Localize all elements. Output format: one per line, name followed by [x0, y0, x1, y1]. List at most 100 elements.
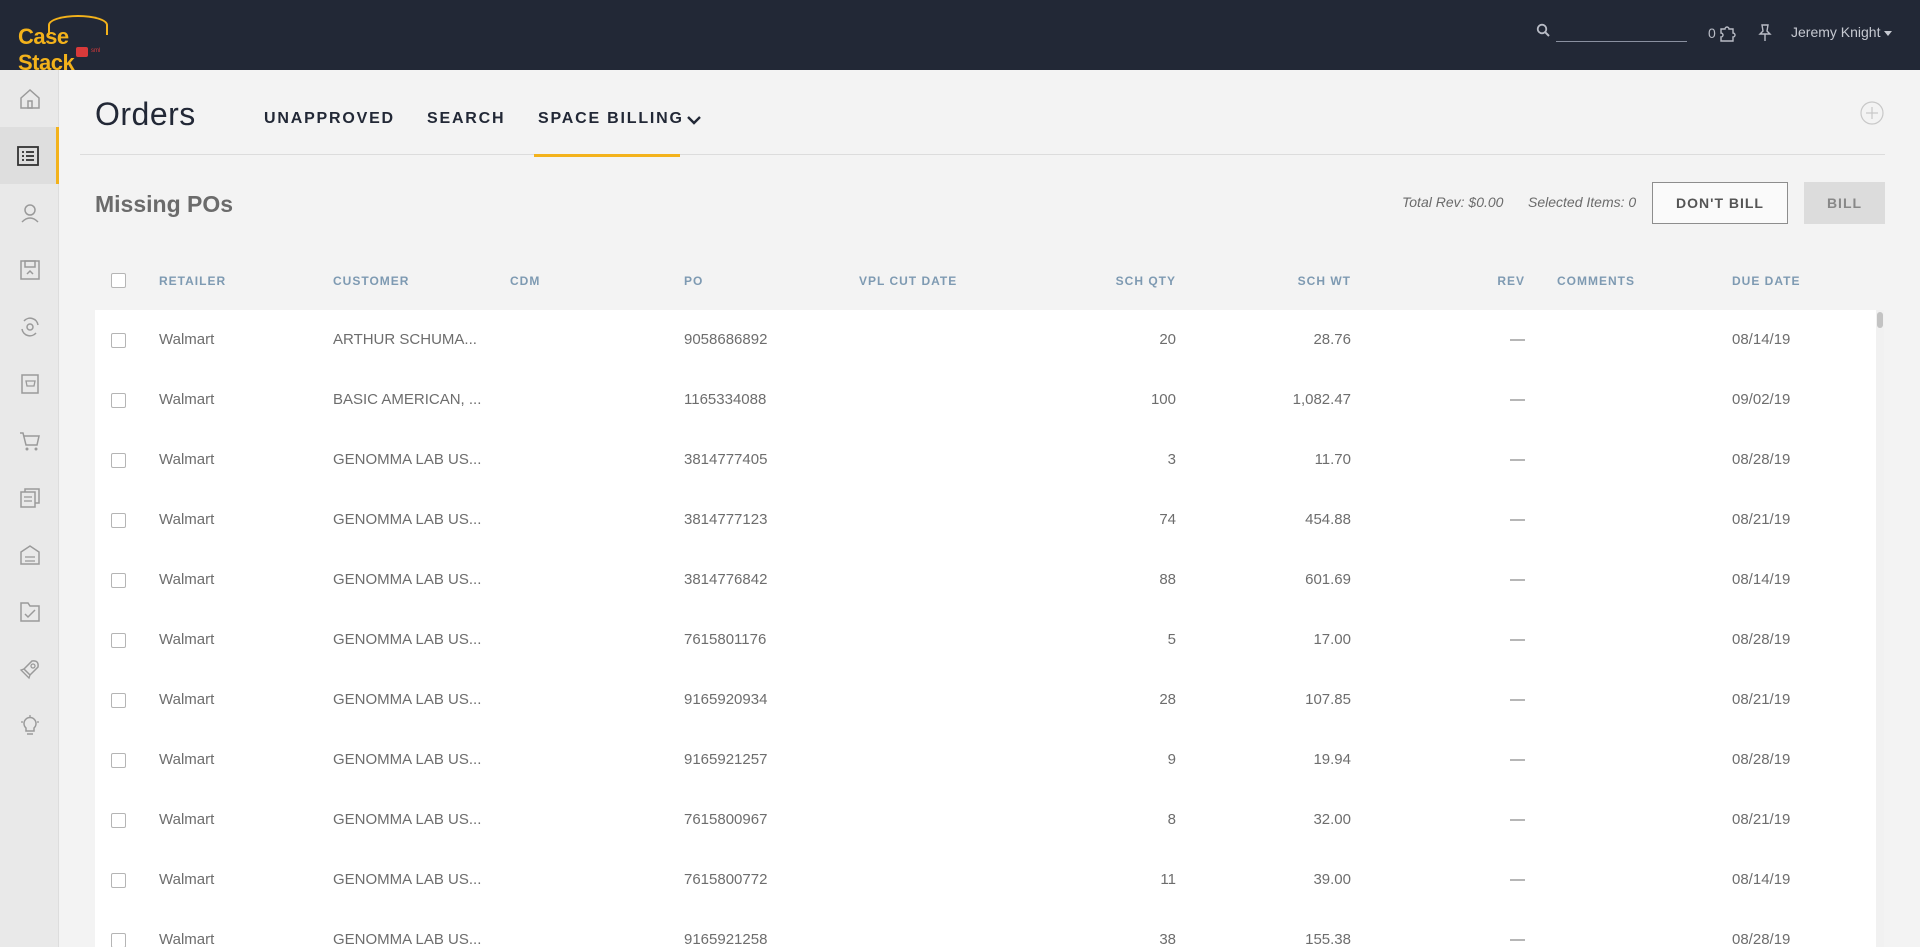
search-input[interactable] — [1556, 20, 1687, 42]
table-row[interactable]: Walmart GENOMMA LAB US... 9165921258 38 155.… — [95, 910, 1877, 947]
cell-rev: — — [1510, 811, 1525, 828]
logo-badge-text: sml — [91, 48, 101, 54]
column-header-rev[interactable]: REV — [1425, 274, 1525, 288]
sidebar-item-ideas[interactable] — [0, 697, 59, 754]
tab-unapproved[interactable]: UNAPPROVED — [264, 110, 395, 128]
table-row[interactable]: Walmart GENOMMA LAB US... 3814776842 88 601.… — [95, 550, 1877, 610]
sidebar-item-contacts[interactable] — [0, 184, 59, 241]
table-row[interactable]: Walmart GENOMMA LAB US... 7615800772 11 39.0… — [95, 850, 1877, 910]
cell-retailer: Walmart — [159, 811, 215, 828]
sidebar-item-save[interactable] — [0, 241, 59, 298]
table-row[interactable]: Walmart ARTHUR SCHUMA... 9058686892 20 28.76… — [95, 310, 1877, 370]
bill-button[interactable]: BILL — [1804, 182, 1885, 224]
documents-icon — [19, 487, 40, 508]
top-bar: Case Stack sml 0 Jeremy Knight — [0, 0, 1920, 75]
header-divider — [80, 154, 1885, 155]
cell-po: 3814777123 — [684, 511, 768, 528]
row-checkbox[interactable] — [111, 633, 126, 648]
cell-sch-wt: 11.70 — [1314, 451, 1351, 468]
cell-customer: GENOMMA LAB US... — [333, 451, 482, 468]
row-checkbox[interactable] — [111, 513, 126, 528]
sidebar-item-orders[interactable] — [0, 127, 59, 184]
cell-sch-wt: 39.00 — [1313, 871, 1351, 888]
row-checkbox[interactable] — [111, 753, 126, 768]
row-checkbox[interactable] — [111, 393, 126, 408]
sidebar-item-cart[interactable] — [0, 412, 59, 469]
cell-due-date: 08/28/19 — [1732, 631, 1791, 648]
sidebar-item-home[interactable] — [0, 70, 59, 127]
user-menu[interactable]: Jeremy Knight — [1791, 24, 1893, 40]
column-header-po[interactable]: PO — [684, 274, 703, 288]
table-row[interactable]: Walmart GENOMMA LAB US... 9165921257 9 19.94… — [95, 730, 1877, 790]
cell-sch-wt: 32.00 — [1313, 811, 1351, 828]
cell-po: 9058686892 — [684, 331, 768, 348]
cell-retailer: Walmart — [159, 511, 215, 528]
cell-retailer: Walmart — [159, 391, 215, 408]
contacts-icon — [20, 203, 39, 223]
warehouse-icon — [19, 544, 40, 565]
cart-box-icon — [20, 373, 39, 394]
sidebar-item-documents[interactable] — [0, 469, 59, 526]
row-checkbox[interactable] — [111, 813, 126, 828]
row-checkbox[interactable] — [111, 693, 126, 708]
cell-due-date: 08/14/19 — [1732, 331, 1791, 348]
column-header-sch-qty[interactable]: SCH QTY — [1076, 274, 1176, 288]
table-row[interactable]: Walmart GENOMMA LAB US... 9165920934 28 107.… — [95, 670, 1877, 730]
section-title: Missing POs — [95, 191, 234, 217]
add-icon[interactable] — [1860, 101, 1884, 125]
row-checkbox[interactable] — [111, 873, 126, 888]
orders-list-icon — [17, 145, 39, 166]
cell-po: 1165334088 — [684, 391, 767, 408]
cell-sch-wt: 17.00 — [1313, 631, 1351, 648]
column-header-customer[interactable]: CUSTOMER — [333, 274, 409, 288]
casestack-logo[interactable]: Case Stack sml — [12, 14, 116, 75]
sidebar-item-integrations[interactable] — [0, 298, 59, 355]
dont-bill-button[interactable]: DON'T BILL — [1652, 182, 1788, 224]
column-header-due-date[interactable]: DUE DATE — [1732, 274, 1800, 288]
total-revenue: Total Rev: $0.00 — [1402, 194, 1504, 210]
table-scrollbar[interactable] — [1876, 310, 1884, 947]
pin-icon[interactable] — [1757, 23, 1773, 43]
cell-due-date: 08/21/19 — [1732, 811, 1791, 828]
select-all-checkbox[interactable] — [111, 273, 126, 288]
cell-retailer: Walmart — [159, 691, 215, 708]
cell-due-date: 08/28/19 — [1732, 451, 1791, 468]
table-row[interactable]: Walmart GENOMMA LAB US... 3814777123 74 454.… — [95, 490, 1877, 550]
sidebar-item-rocket[interactable] — [0, 640, 59, 697]
sidebar-item-checklist[interactable] — [0, 583, 59, 640]
tab-search[interactable]: SEARCH — [427, 110, 505, 128]
search-icon[interactable] — [1536, 23, 1550, 37]
table-row[interactable]: Walmart GENOMMA LAB US... 7615801176 5 17.00… — [95, 610, 1877, 670]
cell-sch-wt: 601.69 — [1305, 571, 1351, 588]
cell-customer: GENOMMA LAB US... — [333, 871, 482, 888]
table-row[interactable]: Walmart GENOMMA LAB US... 7615800967 8 32.00… — [95, 790, 1877, 850]
row-checkbox[interactable] — [111, 453, 126, 468]
home-icon — [19, 88, 40, 109]
cell-sch-qty: 38 — [1159, 931, 1176, 947]
cell-due-date: 08/21/19 — [1732, 691, 1791, 708]
tab-space-billing[interactable]: SPACE BILLING — [538, 110, 684, 128]
row-checkbox[interactable] — [111, 933, 126, 947]
cell-customer: GENOMMA LAB US... — [333, 751, 482, 768]
cell-po: 9165920934 — [684, 691, 768, 708]
table-row[interactable]: Walmart BASIC AMERICAN, ... 1165334088 100 1… — [95, 370, 1877, 430]
cell-po: 7615801176 — [684, 631, 767, 648]
user-name: Jeremy Knight — [1791, 24, 1881, 40]
column-header-retailer[interactable]: RETAILER — [159, 274, 226, 288]
sidebar-item-cart-box[interactable] — [0, 355, 59, 412]
scrollbar-thumb[interactable] — [1877, 312, 1883, 328]
chevron-down-icon[interactable] — [687, 115, 701, 125]
column-header-vpl-cut-date[interactable]: VPL CUT DATE — [859, 274, 957, 288]
sidebar-item-warehouse[interactable] — [0, 526, 59, 583]
puzzle-icon[interactable] — [1718, 23, 1736, 43]
cell-customer: GENOMMA LAB US... — [333, 631, 482, 648]
column-header-comments[interactable]: COMMENTS — [1557, 274, 1635, 288]
row-checkbox[interactable] — [111, 573, 126, 588]
column-header-sch-wt[interactable]: SCH WT — [1251, 274, 1351, 288]
column-header-cdm[interactable]: CDM — [510, 274, 540, 288]
cell-sch-wt: 19.94 — [1313, 751, 1351, 768]
logo-text: Case Stack — [18, 24, 75, 75]
cell-sch-qty: 3 — [1167, 451, 1176, 468]
table-row[interactable]: Walmart GENOMMA LAB US... 3814777405 3 11.70… — [95, 430, 1877, 490]
row-checkbox[interactable] — [111, 333, 126, 348]
